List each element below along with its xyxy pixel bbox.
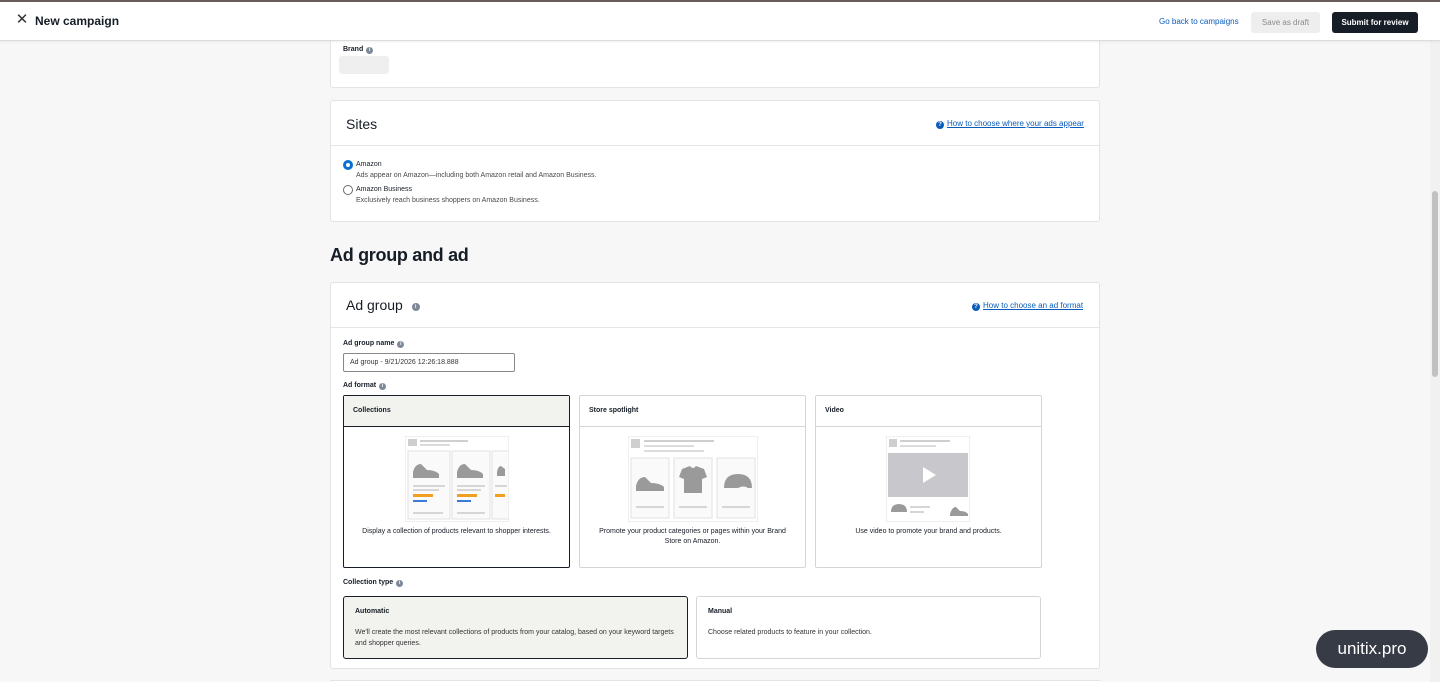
collection-type-desc: Choose related products to feature in yo… bbox=[708, 629, 872, 636]
sites-card-header: Sites ? How to choose where your ads appe… bbox=[331, 101, 1099, 146]
ad-format-help-link[interactable]: ? How to choose an ad format bbox=[972, 301, 1083, 311]
sites-help-text: How to choose where your ads appear bbox=[947, 119, 1084, 128]
ad-format-label: Ad format bbox=[343, 382, 377, 389]
ad-group-title: Ad group bbox=[346, 297, 403, 313]
top-bar: ✕ New campaign Go back to campaigns Save… bbox=[0, 0, 1440, 41]
help-icon: ? bbox=[972, 303, 980, 311]
ad-format-help-text: How to choose an ad format bbox=[983, 301, 1084, 310]
tile-header: Collections bbox=[344, 396, 569, 427]
go-back-link[interactable]: Go back to campaigns bbox=[1159, 17, 1239, 26]
info-icon[interactable]: i bbox=[366, 47, 374, 54]
watermark-badge: unitix.pro bbox=[1316, 630, 1428, 668]
sites-title: Sites bbox=[346, 116, 378, 132]
scrollbar-thumb[interactable] bbox=[1432, 191, 1438, 377]
ad-group-card: Ad group i ? How to choose an ad format A… bbox=[330, 282, 1100, 669]
format-tile-video[interactable]: Video Use video to promote your brand an… bbox=[815, 395, 1042, 568]
collection-type-manual[interactable]: Manual Choose related products to featur… bbox=[696, 596, 1041, 659]
save-draft-button[interactable]: Save as draft bbox=[1251, 12, 1320, 33]
collections-illustration bbox=[405, 436, 509, 522]
tile-header: Video bbox=[816, 396, 1041, 427]
brand-label: Brand bbox=[343, 46, 364, 53]
tile-description: Display a collection of products relevan… bbox=[362, 528, 551, 535]
sites-card: Sites ? How to choose where your ads appe… bbox=[330, 100, 1100, 222]
radio-amazon-business[interactable] bbox=[343, 185, 353, 195]
format-tile-collections[interactable]: Collections Display a collection of prod… bbox=[343, 395, 570, 568]
collection-type-name: Automatic bbox=[355, 608, 390, 615]
collection-type-label: Collection type bbox=[343, 579, 394, 586]
tile-name: Collections bbox=[353, 407, 391, 414]
collection-type-automatic[interactable]: Automatic We'll create the most relevant… bbox=[343, 596, 688, 659]
video-illustration bbox=[886, 436, 970, 522]
info-icon[interactable]: i bbox=[411, 303, 420, 311]
close-icon[interactable]: ✕ bbox=[14, 12, 30, 28]
radio-amazon[interactable] bbox=[343, 160, 353, 170]
ad-group-name-label: Ad group name bbox=[343, 340, 395, 347]
page-scrollbar[interactable] bbox=[1430, 41, 1440, 682]
radio-amazon-desc: Ads appear on Amazon—including both Amaz… bbox=[356, 172, 597, 179]
info-icon[interactable]: i bbox=[379, 383, 387, 390]
collection-type-name: Manual bbox=[708, 608, 733, 615]
tile-header: Store spotlight bbox=[580, 396, 805, 427]
sites-help-link[interactable]: ? How to choose where your ads appear bbox=[936, 119, 1084, 129]
radio-amazon-business-label: Amazon Business bbox=[356, 186, 413, 193]
ad-group-section-heading: Ad group and ad bbox=[330, 245, 469, 265]
help-icon: ? bbox=[936, 121, 944, 129]
format-tile-store-spotlight[interactable]: Store spotlight Promote your product cat… bbox=[579, 395, 806, 568]
collection-type-desc: We'll create the most relevant collectio… bbox=[355, 629, 674, 647]
tile-name: Store spotlight bbox=[589, 407, 639, 414]
ad-group-card-header: Ad group i ? How to choose an ad format bbox=[331, 283, 1099, 328]
tile-description: Promote your product categories or pages… bbox=[599, 528, 786, 545]
radio-amazon-business-desc: Exclusively reach business shoppers on A… bbox=[356, 197, 540, 204]
tile-name: Video bbox=[825, 407, 844, 414]
tile-description: Use video to promote your brand and prod… bbox=[855, 528, 1002, 535]
brand-logo-placeholder bbox=[339, 56, 389, 74]
radio-amazon-label: Amazon bbox=[356, 161, 382, 168]
info-icon[interactable]: i bbox=[397, 341, 405, 348]
ad-group-name-input[interactable]: Ad group - 9/21/2026 12:26:18.888 bbox=[343, 353, 515, 372]
page-title: New campaign bbox=[35, 14, 120, 28]
info-icon[interactable]: i bbox=[396, 580, 404, 587]
store-spotlight-illustration bbox=[628, 436, 758, 522]
submit-review-button[interactable]: Submit for review bbox=[1332, 12, 1418, 33]
